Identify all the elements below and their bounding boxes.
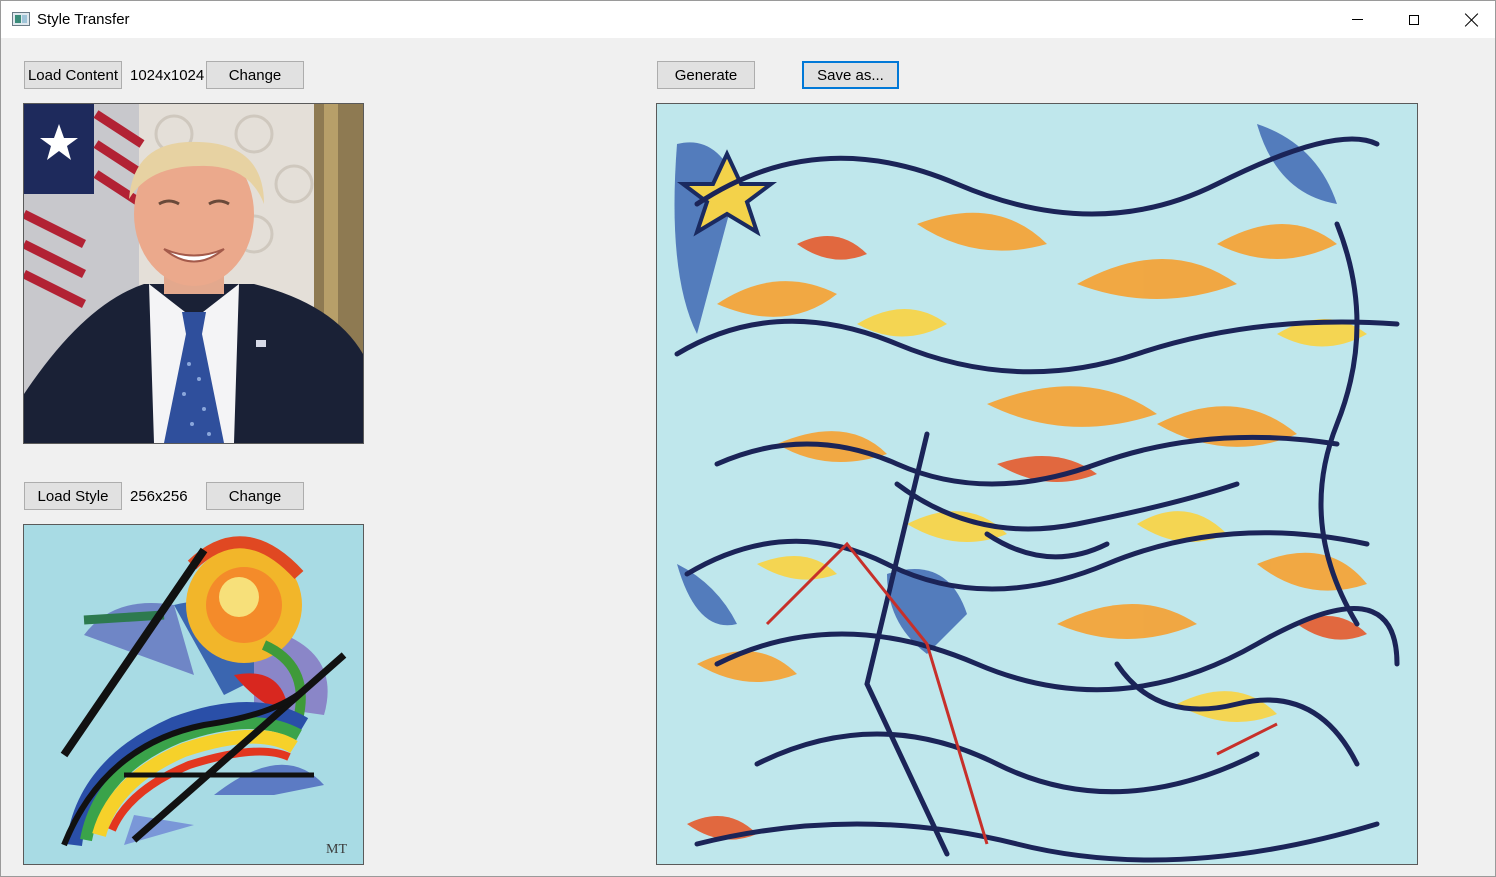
content-image: [23, 103, 364, 444]
maximize-icon: [1409, 14, 1419, 25]
content-size-label: 1024x1024: [130, 67, 205, 84]
window-title: Style Transfer: [37, 11, 130, 28]
maximize-button[interactable]: [1391, 1, 1437, 38]
minimize-button[interactable]: [1334, 1, 1380, 38]
app-window: Style Transfer Load Content 1024x1024 Ch…: [0, 0, 1496, 877]
generate-button[interactable]: Generate: [657, 61, 755, 89]
change-content-button[interactable]: Change: [206, 61, 304, 89]
minimize-icon: [1351, 19, 1363, 20]
close-button[interactable]: [1449, 1, 1495, 38]
title-bar[interactable]: Style Transfer: [1, 1, 1495, 38]
load-content-button[interactable]: Load Content: [24, 61, 122, 89]
style-image: MT: [23, 524, 364, 865]
style-signature: MT: [326, 842, 347, 857]
app-window-icon: [12, 12, 30, 26]
change-style-button[interactable]: Change: [206, 482, 304, 510]
save-as-button[interactable]: Save as...: [802, 61, 899, 89]
style-size-label: 256x256: [130, 488, 188, 505]
output-image: [656, 103, 1418, 865]
load-style-button[interactable]: Load Style: [24, 482, 122, 510]
close-icon: [1465, 13, 1479, 27]
